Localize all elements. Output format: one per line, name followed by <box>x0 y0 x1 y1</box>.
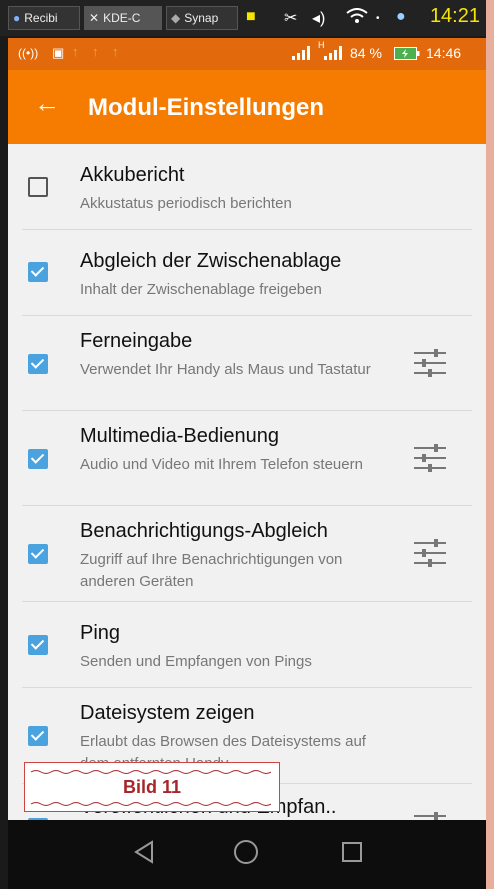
item-title: Akkubericht <box>80 164 185 186</box>
settings-sliders-icon[interactable] <box>414 444 446 472</box>
desktop-taskbar: ● Recibi ✕ KDE-C ◆ Synap ■ ✂ ◂) • ● 14:2… <box>0 0 486 36</box>
list-item-multimedia[interactable]: Multimedia-Bedienung Audio und Video mit… <box>8 411 486 506</box>
page-title: Modul-Einstellungen <box>88 94 324 121</box>
phone-clock: 14:46 <box>426 45 462 61</box>
plugin-settings-list: Akkubericht Akkustatus periodisch berich… <box>8 144 486 820</box>
task-kde[interactable]: ✕ KDE-C <box>84 6 162 30</box>
checkbox-checked[interactable] <box>28 635 48 655</box>
app-icon: ● <box>13 11 21 25</box>
upload-icon: ↑ <box>112 44 119 59</box>
battery-level: 84 % <box>350 45 382 61</box>
task-label: Recibi <box>24 11 58 25</box>
note-icon[interactable]: ■ <box>246 8 256 26</box>
caption-label: Bild 11 <box>122 777 182 797</box>
checkbox-checked[interactable] <box>28 544 48 564</box>
app-toolbar: ← Modul-Einstellungen <box>8 70 486 144</box>
nav-back-icon[interactable] <box>128 836 160 868</box>
checkbox-unchecked[interactable] <box>28 177 48 197</box>
nav-home-icon[interactable] <box>230 836 262 868</box>
checkbox-checked[interactable] <box>28 354 48 374</box>
task-synapse[interactable]: ◆ Synap <box>166 6 238 30</box>
chat-icon[interactable]: ● <box>396 8 406 26</box>
tools-icon: ✕ <box>89 11 100 25</box>
list-item-notifications[interactable]: Benachrichtigungs-Abgleich Zugriff auf I… <box>8 506 486 602</box>
list-item-remote-input[interactable]: Ferneingabe Verwendet Ihr Handy als Maus… <box>8 316 486 411</box>
hotspot-icon: ((•)) <box>18 46 39 60</box>
nav-recents-icon[interactable] <box>336 836 368 868</box>
checkbox-checked[interactable] <box>28 262 48 282</box>
item-title: Abgleich der Zwischenablage <box>80 250 342 272</box>
app-icon: ◆ <box>171 11 181 25</box>
page-border <box>486 0 494 889</box>
figure-caption: Bild 11 <box>24 762 280 812</box>
item-title: Multimedia-Bedienung <box>80 425 280 447</box>
item-title: Dateisystem zeigen <box>80 702 255 724</box>
item-description: Zugriff auf Ihre Benachrichtigungen von … <box>80 551 343 590</box>
item-title: Ping <box>80 622 121 644</box>
settings-sliders-icon[interactable] <box>414 349 446 377</box>
item-description: Akkustatus periodisch berichten <box>80 195 292 212</box>
settings-sliders-icon[interactable] <box>414 539 446 567</box>
back-arrow-icon[interactable]: ← <box>34 88 60 119</box>
task-recibi[interactable]: ● Recibi <box>8 6 80 30</box>
list-item-akkubericht[interactable]: Akkubericht Akkustatus periodisch berich… <box>8 144 486 230</box>
image-icon: ▣ <box>52 45 65 60</box>
item-description: Inhalt der Zwischenablage freigeben <box>80 281 322 298</box>
item-description: Audio und Video mit Ihrem Telefon steuer… <box>80 456 363 473</box>
scissors-icon[interactable]: ✂ <box>284 8 297 28</box>
upload-icon: ↑ <box>92 44 99 59</box>
item-description: Verwendet Ihr Handy als Maus und Tastatu… <box>80 361 371 378</box>
volume-icon[interactable]: ◂) <box>312 8 325 28</box>
signal-icon <box>292 46 312 63</box>
android-nav-bar <box>8 820 486 889</box>
signal-icon <box>324 46 344 63</box>
desktop-clock[interactable]: 14:21 <box>430 5 480 28</box>
checkbox-checked[interactable] <box>28 726 48 746</box>
list-item-clipboard[interactable]: Abgleich der Zwischenablage Inhalt der Z… <box>8 230 486 316</box>
android-status-bar: ((•)) ▣ ↑ ↑ ↑ H 84 % 14:46 <box>8 38 486 70</box>
settings-sliders-icon[interactable] <box>414 812 446 820</box>
wavy-line-top <box>31 770 271 774</box>
task-label: KDE-C <box>103 11 141 25</box>
item-description: Senden und Empfangen von Pings <box>80 653 312 670</box>
wifi-icon[interactable] <box>346 8 368 29</box>
separator-dot-icon: • <box>376 13 380 24</box>
checkbox-checked[interactable] <box>28 449 48 469</box>
item-title: Ferneingabe <box>80 330 193 352</box>
wavy-line-bottom <box>31 802 271 806</box>
battery-icon <box>394 47 420 63</box>
list-item-ping[interactable]: Ping Senden und Empfangen von Pings <box>8 602 486 688</box>
upload-icon: ↑ <box>72 44 79 59</box>
task-label: Synap <box>184 11 219 25</box>
item-title: Benachrichtigungs-Abgleich <box>80 520 328 542</box>
